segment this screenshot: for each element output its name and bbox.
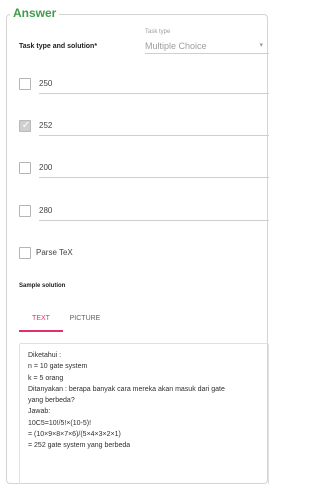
option-row: 200 <box>19 158 269 180</box>
task-type-label: Task type and solution* <box>19 43 98 50</box>
solution-line: k = 5 orang <box>28 374 64 382</box>
option-input[interactable]: 280 <box>39 201 269 221</box>
tab-picture[interactable]: PICTURE <box>65 308 105 330</box>
answer-legend: Answer <box>10 6 60 20</box>
option-checkbox[interactable]: ✓ <box>19 120 31 132</box>
option-value: 250 <box>39 79 53 88</box>
option-row: 250 <box>19 74 269 96</box>
option-value: 200 <box>39 163 53 172</box>
solution-line: = (10×9×8×7×6)/(5×4×3×2×1) <box>28 431 121 439</box>
solution-textarea[interactable]: Diketahui : n = 10 gate system k = 5 ora… <box>19 343 269 484</box>
option-input[interactable]: 252 <box>39 116 269 136</box>
option-row: 280 <box>19 201 269 223</box>
option-input[interactable]: 200 <box>39 158 269 178</box>
solution-line: = 252 gate system yang berbeda <box>28 442 131 450</box>
option-row: ✓ 252 <box>19 116 269 138</box>
chevron-down-icon: ▾ <box>259 42 263 49</box>
task-type-value: Multiple Choice <box>145 41 207 51</box>
solution-line: yang berbeda? <box>28 397 75 405</box>
option-input[interactable]: 250 <box>39 74 269 94</box>
sample-solution-label: Sample solution <box>19 283 66 289</box>
solution-line: Jawab: <box>28 408 51 416</box>
solution-line: 10C5=10!/5!×(10-5)! <box>28 419 92 427</box>
tab-text[interactable]: TEXT <box>19 308 63 332</box>
parse-tex-row[interactable]: Parse TeX <box>19 245 139 261</box>
solution-line: n = 10 gate system <box>28 363 88 371</box>
solution-line: Diketahui : <box>28 352 62 359</box>
solution-line: Ditanyakan : berapa banyak cara mereka a… <box>28 385 225 393</box>
option-checkbox[interactable] <box>19 78 31 90</box>
task-type-select[interactable]: Multiple Choice ▾ <box>145 38 269 54</box>
parse-tex-label: Parse TeX <box>36 248 73 257</box>
parse-tex-checkbox[interactable] <box>19 247 31 259</box>
option-value: 280 <box>39 206 53 215</box>
option-checkbox[interactable] <box>19 205 31 217</box>
option-checkbox[interactable] <box>19 162 31 174</box>
solution-tabs: TEXT PICTURE <box>19 308 139 332</box>
checkmark-icon: ✓ <box>21 120 31 131</box>
option-value: 252 <box>39 121 53 130</box>
task-type-caption: Task type <box>145 29 171 35</box>
